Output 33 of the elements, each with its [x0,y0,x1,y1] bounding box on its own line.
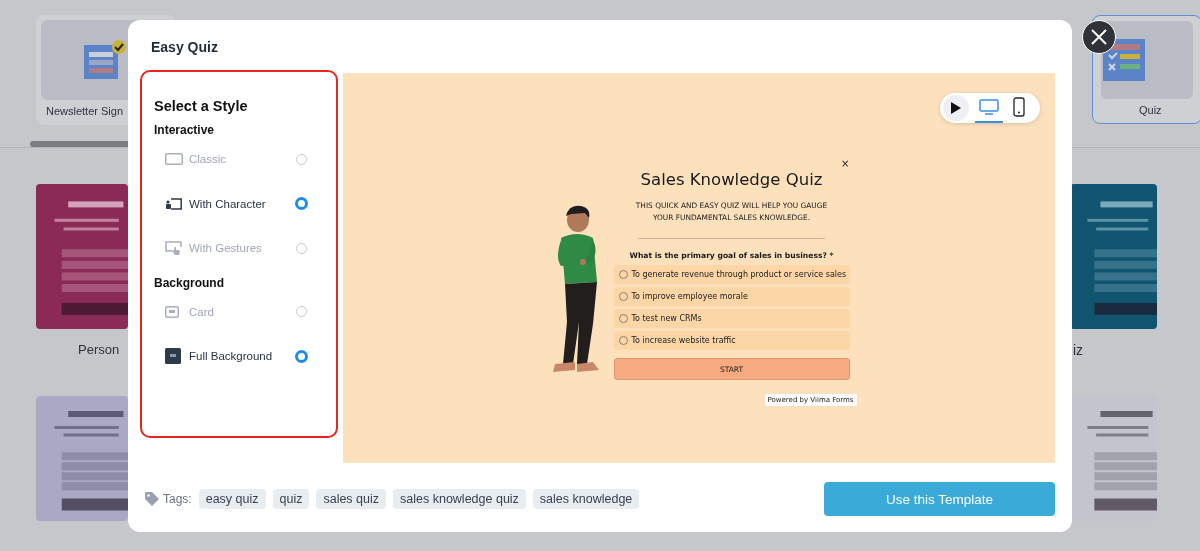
answer-option[interactable]: To test new CRMs [631,314,702,323]
window-person-icon [165,197,183,210]
card-icon [165,305,179,318]
form-icon [84,39,128,81]
window-icon [165,153,183,166]
tag-chip[interactable]: sales knowledge [532,489,640,509]
close-button[interactable] [1082,20,1116,54]
radio-button[interactable] [296,242,307,254]
radio-button[interactable] [295,197,308,211]
play-icon [951,102,961,114]
template-title: iz [1073,342,1085,358]
close-icon [1091,29,1107,45]
template-title: Person [78,342,121,357]
tag-chip[interactable]: sales knowledge quiz [393,489,526,509]
style-option[interactable]: Full Background [189,350,295,363]
tag-chip[interactable]: sales quiz [316,489,387,509]
category-card[interactable]: Quiz [1092,15,1200,124]
close-button[interactable]: × [841,159,850,169]
radio-button[interactable] [295,349,308,363]
quiz-icon [1103,39,1145,81]
tags-label: Tags: [163,492,192,506]
style-option[interactable]: With Character [189,197,295,210]
full-background-icon [165,348,181,365]
radio-button[interactable] [296,306,307,318]
window-hand-icon [165,241,183,256]
radio-button[interactable] [296,153,307,165]
group-heading: Interactive [154,123,216,137]
tag-chip[interactable]: quiz [272,489,310,509]
play-button[interactable] [943,95,969,121]
quiz-title: Sales Knowledge Quiz [640,170,823,189]
tag-chip[interactable]: easy quiz [198,489,266,509]
tag-icon [145,492,159,506]
group-heading: Background [154,275,225,290]
